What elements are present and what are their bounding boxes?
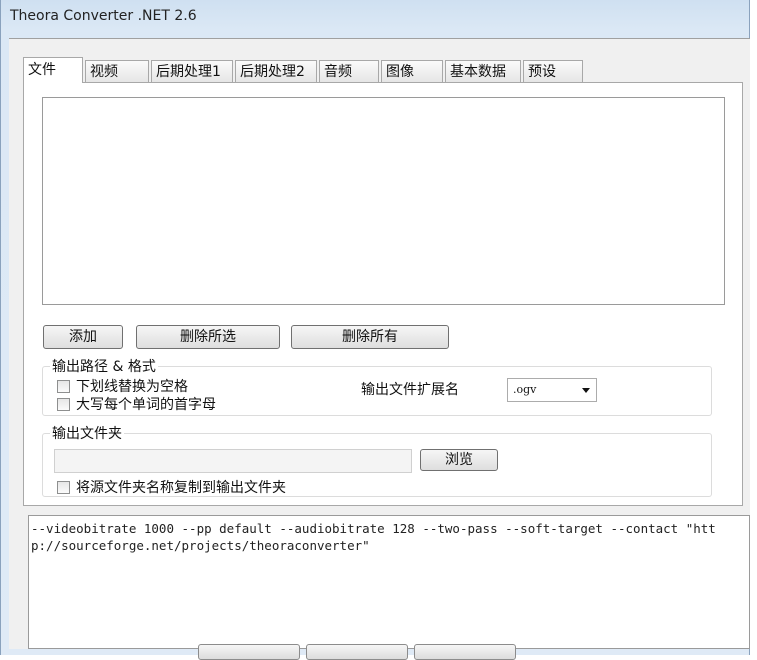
extension-dropdown[interactable]: .ogv — [507, 378, 597, 402]
remove-selected-button[interactable]: 删除所选 — [136, 325, 280, 349]
copy-folder-name-checkbox[interactable] — [57, 481, 70, 494]
bottom-buttons-row — [1, 644, 751, 660]
copy-folder-name-label: 将源文件夹名称复制到输出文件夹 — [76, 480, 286, 496]
file-list[interactable] — [42, 97, 725, 305]
output-folder-legend: 输出文件夹 — [50, 423, 124, 443]
replace-underscores-checkbox[interactable] — [57, 380, 70, 393]
bottom-button-3[interactable] — [414, 644, 516, 660]
window-title: Theora Converter .NET 2.6 — [10, 8, 197, 24]
output-path-format-legend: 输出路径 & 格式 — [50, 356, 158, 376]
command-line-text: --videobitrate 1000 --pp default --audio… — [31, 521, 716, 553]
capitalize-words-checkbox[interactable] — [57, 398, 70, 411]
bottom-button-1[interactable] — [198, 644, 300, 660]
add-button[interactable]: 添加 — [43, 325, 123, 349]
tab-postprocess-2[interactable]: 后期处理2 — [235, 60, 317, 82]
tab-postprocess-1[interactable]: 后期处理1 — [151, 60, 233, 82]
window-client-area: 文件 视频 后期处理1 后期处理2 音频 图像 基本数据 预设 添加 删除所选 … — [9, 38, 751, 649]
remove-all-button[interactable]: 删除所有 — [291, 325, 449, 349]
tab-presets[interactable]: 预设 — [523, 60, 583, 82]
extension-label: 输出文件扩展名 — [361, 382, 459, 398]
window-edge — [750, 0, 757, 655]
tab-basic-data[interactable]: 基本数据 — [445, 60, 521, 82]
tab-image[interactable]: 图像 — [381, 60, 443, 82]
replace-underscores-label: 下划线替换为空格 — [76, 379, 188, 395]
tab-audio[interactable]: 音频 — [319, 60, 379, 82]
bottom-button-2[interactable] — [306, 644, 408, 660]
capitalize-words-label: 大写每个单词的首字母 — [76, 397, 216, 413]
browse-button[interactable]: 浏览 — [420, 449, 498, 471]
chevron-down-icon — [582, 388, 590, 393]
main-window: Theora Converter .NET 2.6 文件 视频 后期处理1 后期… — [0, 0, 751, 660]
tab-file[interactable]: 文件 — [23, 57, 83, 83]
output-folder-input[interactable] — [54, 449, 412, 473]
extension-value: .ogv — [513, 383, 537, 396]
file-tab-panel: 添加 删除所选 删除所有 输出路径 & 格式 下划线替换为空格 大写每个单词的首… — [23, 82, 743, 506]
title-bar[interactable]: Theora Converter .NET 2.6 — [1, 0, 751, 36]
tab-video[interactable]: 视频 — [85, 60, 149, 82]
command-line-box[interactable]: --videobitrate 1000 --pp default --audio… — [28, 515, 750, 649]
